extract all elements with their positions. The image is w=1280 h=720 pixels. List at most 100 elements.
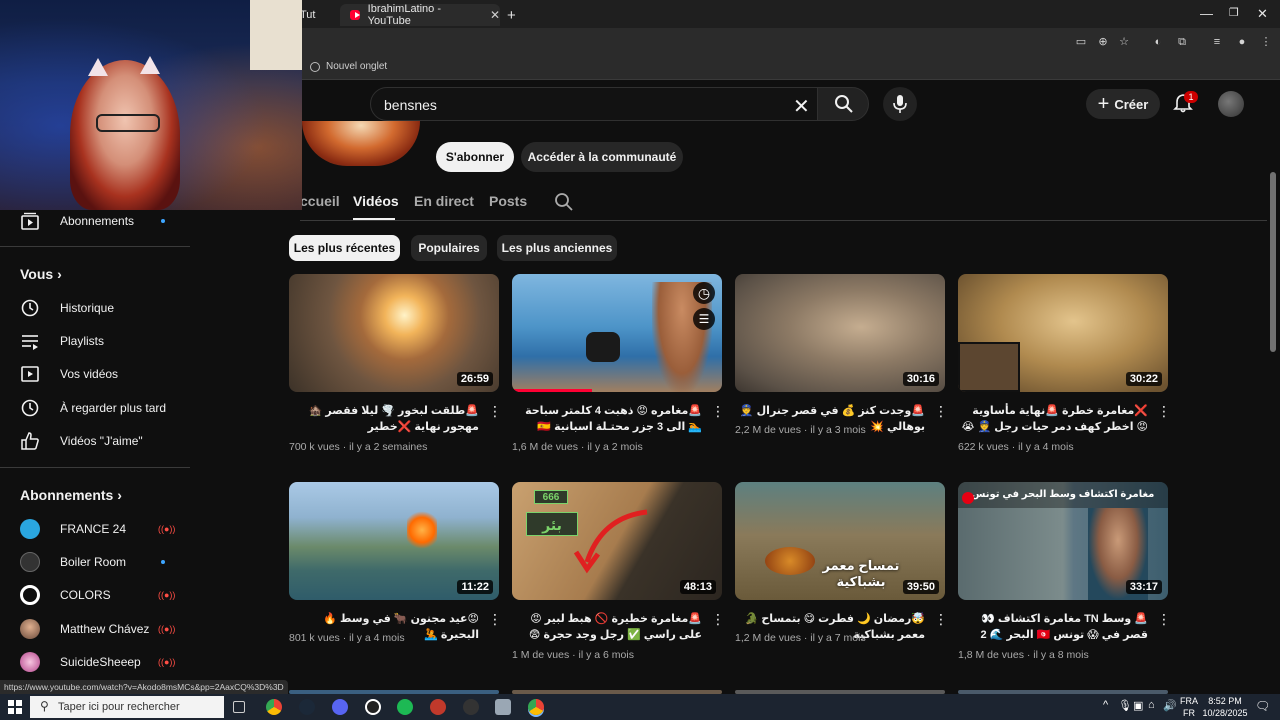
obs-app-icon[interactable] [365,699,381,715]
video-title[interactable]: ❌مغامرة خطرة 🚨نهاية مأساوية 😡 اخطر كهف د… [958,403,1148,435]
account-avatar[interactable] [1218,91,1244,117]
add-to-queue-icon[interactable]: ☰ [693,308,715,330]
close-window-icon[interactable]: ✕ [1257,6,1268,22]
tab-live[interactable]: En direct [414,193,474,209]
sidebar-subscriptions-heading[interactable]: Abonnements › [20,487,122,503]
video-views: 1,2 M de vues [735,632,801,644]
bookmark-new-tab[interactable]: Nouvel onglet [310,61,387,72]
video-title[interactable]: 🚨 وسط TN مغامرة اكتشاف 👀 قصر في 😱 تونس 🇹… [958,611,1148,643]
community-button[interactable]: Accéder à la communauté [521,142,683,172]
video-thumbnail[interactable]: تمساح معمر بشباكية 39:50 [735,482,945,600]
video-title[interactable]: 🚨طلقت لبخور 🌪️ ليلا فقصر 🏚️ مهجور نهاية … [289,403,479,435]
app-icon[interactable] [430,699,446,715]
tray-mic-icon[interactable]: 🎙 [1118,699,1132,712]
cast-icon[interactable]: ▭ [1075,36,1087,48]
steam-app-icon[interactable] [299,699,315,715]
video-more-icon[interactable]: ⋮ [711,612,725,626]
sidebar-item-label: Historique [60,301,115,315]
close-tab-icon[interactable]: ✕ [490,8,500,22]
voice-search-button[interactable] [883,87,917,121]
browser-tab-previous[interactable]: Tut [300,4,316,26]
taskbar-search-input[interactable]: ⚲ Taper ici pour rechercher [30,696,224,718]
page-scrollbar[interactable] [1270,172,1276,352]
chip-oldest[interactable]: Les plus anciennes [497,235,617,261]
sidebar-sub-colors[interactable]: COLORS ((●)) [0,579,193,611]
video-title[interactable]: 🚨مغامرة خطيرة 🚫 هبط لبير 😡 على راسي ✅ رج… [512,611,702,643]
tray-volume-icon[interactable]: 🔊 [1163,699,1177,712]
video-title[interactable]: 🚨مغامره 😡 ذهبت 4 كلمتر سباحة 🏊 الى 3 جزر… [512,403,702,435]
new-tab-button[interactable]: + [507,4,516,26]
windows-start-icon[interactable] [8,700,22,714]
search-button[interactable] [817,87,869,121]
sidebar-item-liked-videos[interactable]: Vidéos "J'aime" [0,425,193,457]
profile-icon[interactable]: ● [1236,36,1248,48]
sidebar-item-your-videos[interactable]: Vos vidéos [0,358,193,390]
video-more-icon[interactable]: ⋮ [934,404,948,418]
video-meta: 1,8 M de vues · il y a 8 mois [958,649,1089,661]
sidebar-item-watch-later[interactable]: À regarder plus tard [0,392,193,424]
sidebar-item-playlists[interactable]: Playlists [0,325,193,357]
video-meta: 700 k vues · il y a 2 semaines [289,441,428,453]
video-more-icon[interactable]: ⋮ [488,404,502,418]
sidebar-sub-france24[interactable]: FRANCE 24 ((●)) [0,513,193,545]
sidebar-item-history[interactable]: Historique [0,292,193,324]
video-more-icon[interactable]: ⋮ [1157,404,1171,418]
notification-center-icon[interactable]: 🗨 [1255,699,1270,713]
video-thumbnail[interactable]: 666 بئر 48:13 [512,482,722,600]
channel-search-icon[interactable] [554,192,574,212]
taskbar-search-placeholder: Taper ici pour rechercher [58,701,180,713]
task-view-icon[interactable] [233,701,245,713]
video-thumbnail[interactable]: ◷ ☰ [512,274,722,392]
channel-avatar-small [20,652,40,672]
tray-network-icon[interactable]: ⌂ [1148,699,1155,711]
tab-home[interactable]: ccueil [300,193,340,209]
watch-later-icon[interactable]: ◷ [693,282,715,304]
chip-popular[interactable]: Populaires [411,235,487,261]
video-meta: 622 k vues · il y a 4 mois [958,441,1074,453]
app-icon[interactable] [463,699,479,715]
video-more-icon[interactable]: ⋮ [1157,612,1171,626]
taskbar-clock[interactable]: 8:52 PM 10/28/2025 [1202,695,1248,719]
duration-badge: 33:17 [1125,580,1162,594]
video-more-icon[interactable]: ⋮ [488,612,502,626]
bookmark-star-icon[interactable]: ☆ [1118,36,1130,48]
sidebar-you-heading[interactable]: Vous › [20,266,62,282]
chrome-app-icon[interactable] [266,699,282,715]
restore-window-icon[interactable]: ❐ [1229,6,1239,19]
video-meta: 1,6 M de vues · il y a 2 mois [512,441,643,453]
clear-search-icon[interactable]: ✕ [793,94,810,119]
chrome-active-app-icon[interactable] [528,699,544,715]
media-controls-icon[interactable]: ≡ [1211,36,1223,48]
tab-videos[interactable]: Vidéos [353,193,399,209]
chip-most-recent[interactable]: Les plus récentes [289,235,400,261]
channel-avatar-small [20,619,40,639]
video-thumbnail[interactable]: 11:22 [289,482,499,600]
tray-display-icon[interactable]: ▣ [1133,699,1143,712]
browser-tab-active[interactable]: IbrahimLatino - YouTube ✕ [340,3,500,27]
discord-app-icon[interactable] [332,699,348,715]
video-thumbnail[interactable]: 30:16 [735,274,945,392]
file-explorer-icon[interactable] [495,699,511,715]
channel-avatar[interactable] [302,121,420,166]
search-input[interactable] [384,95,784,115]
browser-menu-icon[interactable]: ⋮ [1260,36,1272,48]
tab-posts[interactable]: Posts [489,193,527,209]
input-language-indicator[interactable]: FRA FR [1180,695,1198,719]
spotify-app-icon[interactable] [397,699,413,715]
subscribe-button[interactable]: S'abonner [436,142,514,172]
puzzle-extensions-icon[interactable]: ⧉ [1176,36,1188,48]
video-thumbnail[interactable]: 26:59 [289,274,499,392]
sidebar-sub-matthew-chavez[interactable]: Matthew Chávez ((●)) [0,613,193,645]
sidebar-sub-boiler-room[interactable]: Boiler Room [0,546,193,578]
extension-icon[interactable]: ◐ [1152,36,1164,48]
zoom-icon[interactable]: ⊕ [1097,36,1109,48]
video-more-icon[interactable]: ⋮ [711,404,725,418]
video-more-icon[interactable]: ⋮ [934,612,948,626]
video-thumbnail[interactable]: 30:22 [958,274,1168,392]
create-button[interactable]: + Créer [1086,89,1160,119]
windows-taskbar: ⚲ Taper ici pour rechercher ^ 🎙 ▣ ⌂ 🔊 FR… [0,694,1280,720]
minimize-window-icon[interactable]: — [1200,6,1213,21]
sidebar-sub-suicidesheeep[interactable]: SuicideSheeep ((●)) [0,646,193,678]
video-thumbnail[interactable]: مغامرة اكتشاف وسط البحر في تونس 33:17 [958,482,1168,600]
tray-chevron-icon[interactable]: ^ [1103,699,1108,711]
